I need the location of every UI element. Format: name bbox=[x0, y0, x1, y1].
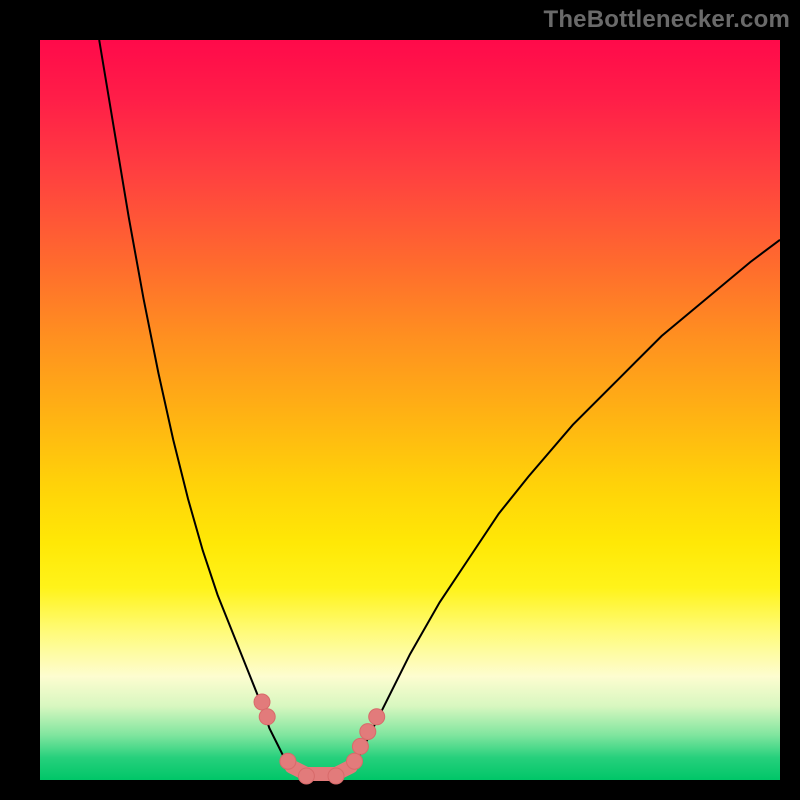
data-marker bbox=[369, 709, 385, 725]
data-marker bbox=[352, 738, 368, 754]
data-marker bbox=[347, 753, 363, 769]
watermark-text: TheBottlenecker.com bbox=[543, 6, 790, 34]
data-marker bbox=[298, 768, 314, 784]
data-marker bbox=[280, 753, 296, 769]
left-curve bbox=[99, 40, 291, 773]
chart-svg bbox=[40, 40, 780, 780]
data-marker bbox=[328, 768, 344, 784]
right-curve bbox=[351, 240, 780, 773]
chart-frame: TheBottlenecker.com bbox=[0, 0, 800, 800]
data-marker bbox=[259, 709, 275, 725]
data-marker bbox=[254, 694, 270, 710]
data-marker bbox=[360, 724, 376, 740]
